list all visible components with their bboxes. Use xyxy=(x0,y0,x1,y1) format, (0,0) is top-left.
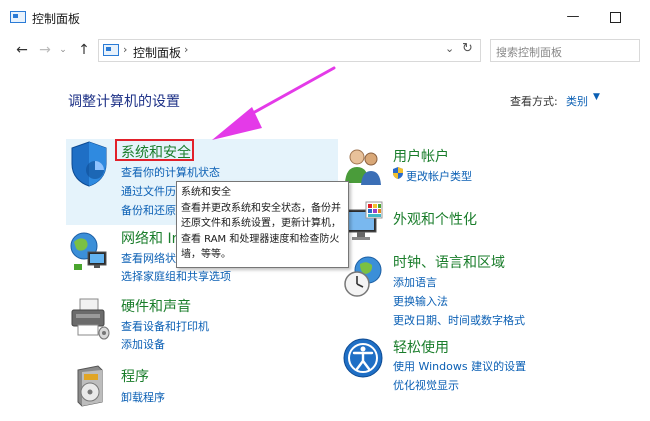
page-heading: 调整计算机的设置 xyxy=(68,94,180,110)
printer-icon[interactable] xyxy=(68,295,110,343)
navigation-bar: ← → ⌄ ↑ › 控制面板 › ⌄ ↻ 搜索控制面板 xyxy=(0,34,650,66)
link-file-history[interactable]: 通过文件历 xyxy=(121,183,176,199)
category-user-accounts[interactable]: 用户帐户 xyxy=(393,146,449,166)
address-bar[interactable]: › 控制面板 › ⌄ ↻ xyxy=(98,39,481,62)
link-change-date-time-format[interactable]: 更改日期、时间或数字格式 xyxy=(393,312,525,328)
recent-locations-button[interactable]: ⌄ xyxy=(56,39,70,61)
address-dropdown-button[interactable]: ⌄ xyxy=(445,42,454,55)
minimize-button[interactable]: — xyxy=(556,4,590,30)
view-by-label: 查看方式: xyxy=(510,95,558,108)
link-add-device[interactable]: 添加设备 xyxy=(121,336,165,352)
view-by-caret-icon[interactable]: ▼ xyxy=(593,92,600,102)
tooltip-line: 查看并更改系统和安全状态，备份并 xyxy=(181,202,341,214)
category-appearance[interactable]: 外观和个性化 xyxy=(393,209,477,229)
category-clock-language-region[interactable]: 时钟、语言和区域 xyxy=(393,252,505,272)
breadcrumb-control-panel[interactable]: 控制面板 xyxy=(133,44,181,61)
tooltip-line: 墙，等等。 xyxy=(181,249,231,260)
category-network[interactable]: 网络和 In xyxy=(121,228,180,248)
link-optimize-visual-display[interactable]: 优化视觉显示 xyxy=(393,377,459,393)
tooltip-line: 查看 RAM 和处理器速度和检查防火 xyxy=(181,233,340,245)
tooltip-title: 系统和安全 xyxy=(181,187,231,198)
selection-highlight-box xyxy=(115,139,194,161)
ease-of-access-icon[interactable] xyxy=(342,336,384,380)
link-recommended-settings[interactable]: 使用 Windows 建议的设置 xyxy=(393,358,526,374)
category-hardware-sound[interactable]: 硬件和声音 xyxy=(121,296,191,316)
up-button[interactable]: ↑ xyxy=(74,39,94,61)
tooltip-line: 还原文件和系统设置，更新计算机， xyxy=(181,218,341,229)
uac-shield-icon xyxy=(393,167,403,179)
category-tooltip: 系统和安全 查看并更改系统和安全状态，备份并 还原文件和系统设置，更新计算机， … xyxy=(176,181,349,268)
back-button[interactable]: ← xyxy=(12,39,32,61)
control-panel-icon xyxy=(10,11,26,23)
view-by-dropdown[interactable]: 类别 xyxy=(566,93,588,109)
link-devices-printers[interactable]: 查看设备和打印机 xyxy=(121,318,209,334)
refresh-button[interactable]: ↻ xyxy=(462,41,473,56)
link-add-language[interactable]: 添加语言 xyxy=(393,274,437,290)
maximize-button[interactable] xyxy=(598,4,632,30)
search-box[interactable]: 搜索控制面板 xyxy=(490,39,640,62)
shield-icon[interactable] xyxy=(68,140,110,188)
link-view-network-status[interactable]: 查看网络状 xyxy=(121,250,176,266)
link-homegroup-sharing[interactable]: 选择家庭组和共享选项 xyxy=(121,268,231,284)
breadcrumb-separator[interactable]: › xyxy=(184,43,188,56)
forward-button[interactable]: → xyxy=(36,39,54,61)
link-change-input-method[interactable]: 更换输入法 xyxy=(393,293,448,309)
title-bar: 控制面板 — xyxy=(0,0,650,34)
breadcrumb-separator[interactable]: › xyxy=(123,43,127,56)
link-uninstall-program[interactable]: 卸载程序 xyxy=(121,389,165,405)
search-placeholder[interactable]: 搜索控制面板 xyxy=(496,44,562,60)
software-box-icon[interactable] xyxy=(68,362,110,410)
network-globe-icon[interactable] xyxy=(68,226,110,274)
link-view-computer-status[interactable]: 查看你的计算机状态 xyxy=(121,164,220,180)
category-ease-of-access[interactable]: 轻松使用 xyxy=(393,337,449,357)
category-programs[interactable]: 程序 xyxy=(121,366,149,386)
link-change-account-type[interactable]: 更改帐户类型 xyxy=(406,168,472,184)
link-backup-restore[interactable]: 备份和还原 xyxy=(121,202,176,218)
window-title: 控制面板 xyxy=(32,12,81,26)
control-panel-icon xyxy=(103,44,119,56)
